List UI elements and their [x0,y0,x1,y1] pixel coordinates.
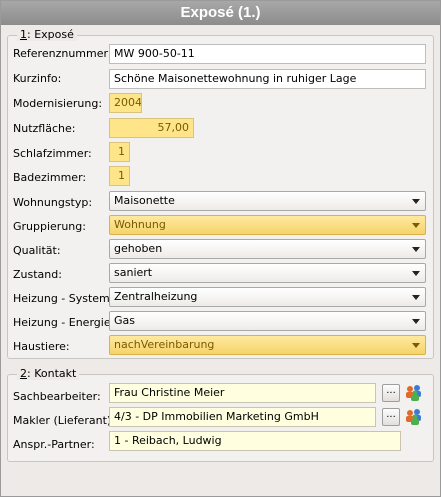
kurzinfo-label: Kurzinfo: [13,72,62,85]
haustiere-select[interactable]: nachVereinbarung [109,335,426,355]
badezimmer-input[interactable]: 1 [109,166,130,186]
chevron-down-icon [412,295,420,300]
zustand-value: saniert [114,266,153,279]
contacts-icon[interactable] [404,407,424,427]
heizung-energie-label: Heizung - Energie: [13,316,115,329]
modernisierung-input[interactable]: 2004 [109,93,142,113]
makler-browse-button[interactable]: ... [382,408,400,426]
gruppierung-label: Gruppierung: [13,220,86,233]
zustand-label: Zustand: [13,268,62,281]
makler-label: Makler (Lieferant): [13,414,115,427]
haustiere-label: Haustiere: [13,340,70,353]
badezimmer-label: Badezimmer: [13,171,87,184]
modernisierung-label: Modernisierung: [13,97,103,110]
heizung-system-select[interactable]: Zentralheizung [109,287,426,307]
expose-group-title: 1: Exposé [17,28,77,41]
haustiere-value: nachVereinbarung [114,338,215,351]
makler-input[interactable]: 4/3 - DP Immobilien Marketing GmbH [109,407,376,427]
nutzflaeche-label: Nutzfläche: [13,122,76,135]
kurzinfo-input[interactable]: Schöne Maisonettewohnung in ruhiger Lage [109,69,426,89]
ansprechpartner-input[interactable]: 1 - Reibach, Ludwig [109,431,401,451]
referenznummer-label: Referenznummer: [13,47,112,60]
wohnungstyp-label: Wohnungstyp: [13,196,93,209]
chevron-down-icon [412,319,420,324]
kontakt-group-title: 2: Kontakt [17,367,80,380]
sachbearbeiter-label: Sachbearbeiter: [13,390,101,403]
contacts-icon[interactable] [404,383,424,403]
schlafzimmer-label: Schlafzimmer: [13,147,92,160]
gruppierung-select[interactable]: Wohnung [109,215,426,235]
heizung-energie-value: Gas [114,314,135,327]
wohnungstyp-value: Maisonette [114,194,175,207]
schlafzimmer-input[interactable]: 1 [109,142,130,162]
sachbearbeiter-input[interactable]: Frau Christine Meier [109,383,376,403]
heizung-energie-select[interactable]: Gas [109,311,426,331]
chevron-down-icon [412,247,420,252]
referenznummer-input[interactable]: MW 900-50-11 [109,44,426,64]
heizung-system-label: Heizung - System: [13,292,114,305]
gruppierung-value: Wohnung [114,218,166,231]
chevron-down-icon [412,343,420,348]
qualitaet-select[interactable]: gehoben [109,239,426,259]
window-title: Exposé (1.) [1,1,440,25]
qualitaet-value: gehoben [114,242,163,255]
sachbearbeiter-browse-button[interactable]: ... [382,384,400,402]
heizung-system-value: Zentralheizung [114,290,198,303]
expose-window: Exposé (1.) 1: Exposé Referenznummer: MW… [0,0,441,497]
qualitaet-label: Qualität: [13,244,61,257]
nutzflaeche-input[interactable]: 57,00 [109,118,194,138]
chevron-down-icon [412,223,420,228]
wohnungstyp-select[interactable]: Maisonette [109,191,426,211]
ansprechpartner-label: Anspr.-Partner: [13,438,95,451]
chevron-down-icon [412,199,420,204]
chevron-down-icon [412,271,420,276]
zustand-select[interactable]: saniert [109,263,426,283]
